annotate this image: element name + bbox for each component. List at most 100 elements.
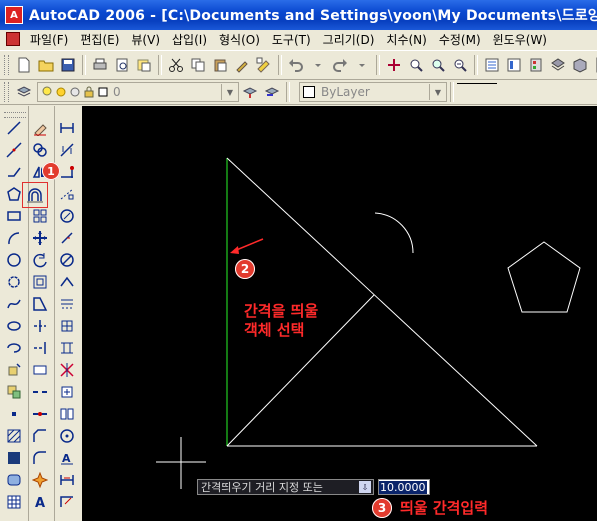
- hatch-icon[interactable]: [3, 425, 25, 447]
- menu-format[interactable]: 형식(O): [213, 31, 266, 48]
- revision-cloud-icon[interactable]: [3, 271, 25, 293]
- print-icon[interactable]: [90, 55, 110, 75]
- stretch-icon[interactable]: [29, 293, 51, 315]
- menu-view[interactable]: 뷰(V): [125, 31, 166, 48]
- circle-icon[interactable]: [3, 249, 25, 271]
- paste-icon[interactable]: [210, 55, 230, 75]
- document-icon[interactable]: [6, 32, 20, 46]
- properties-icon[interactable]: [482, 55, 502, 75]
- arc-icon[interactable]: [3, 227, 25, 249]
- join-icon[interactable]: [29, 403, 51, 425]
- sheet-set-icon[interactable]: [548, 55, 568, 75]
- point-icon[interactable]: [3, 403, 25, 425]
- snap-midpoint-icon[interactable]: [56, 227, 78, 249]
- menu-draw[interactable]: 그리기(D): [317, 31, 381, 48]
- toolbar-grip[interactable]: [4, 82, 9, 102]
- zoom-realtime-icon[interactable]: [406, 55, 426, 75]
- rectangle-icon[interactable]: [3, 205, 25, 227]
- snap-tangent-icon[interactable]: [56, 359, 78, 381]
- ellipse-arc-icon[interactable]: [3, 337, 25, 359]
- line-icon[interactable]: [3, 117, 25, 139]
- autocad-app-icon[interactable]: A: [5, 6, 23, 24]
- color-control-dropdown[interactable]: ByLayer ▼: [299, 82, 447, 102]
- pan-realtime-icon[interactable]: [384, 55, 404, 75]
- drawing-area[interactable]: 간격띄우기 거리 지정 또는 ⇩ 10.0000 2 간격을 띄울 객체 선택 …: [82, 106, 597, 521]
- linetype-control-dropdown[interactable]: [457, 82, 497, 102]
- menu-tools[interactable]: 도구(T): [266, 31, 317, 48]
- snap-extension-icon[interactable]: [56, 293, 78, 315]
- print-preview-icon[interactable]: [112, 55, 132, 75]
- menu-modify[interactable]: 수정(M): [433, 31, 487, 48]
- multiline-text-icon[interactable]: A: [29, 491, 51, 513]
- aligned-dimension-icon[interactable]: [56, 139, 78, 161]
- snap-from-icon[interactable]: [56, 183, 78, 205]
- scale-icon[interactable]: [29, 271, 51, 293]
- trim-icon[interactable]: [29, 315, 51, 337]
- move-icon[interactable]: [29, 227, 51, 249]
- snap-perpendicular-icon[interactable]: [56, 381, 78, 403]
- explode-icon[interactable]: [29, 469, 51, 491]
- break-at-point-icon[interactable]: [29, 359, 51, 381]
- polyline-icon[interactable]: [3, 161, 25, 183]
- match-properties-icon[interactable]: [232, 55, 252, 75]
- undo-icon[interactable]: [286, 55, 306, 75]
- make-block-icon[interactable]: [3, 381, 25, 403]
- menu-window[interactable]: 윈도우(W): [487, 31, 553, 48]
- rotate-icon[interactable]: [29, 249, 51, 271]
- snap-quadrant-icon[interactable]: [56, 337, 78, 359]
- publish-icon[interactable]: [134, 55, 154, 75]
- design-center-icon[interactable]: [504, 55, 524, 75]
- calculator-icon[interactable]: [592, 55, 597, 75]
- copy-object-icon[interactable]: [29, 139, 51, 161]
- menu-file[interactable]: 파일(F): [24, 31, 74, 48]
- zoom-window-icon[interactable]: [428, 55, 448, 75]
- extend-icon[interactable]: [29, 337, 51, 359]
- snap-endpoint-icon[interactable]: [56, 205, 78, 227]
- snap-parallel-icon[interactable]: [56, 403, 78, 425]
- new-file-icon[interactable]: [14, 55, 34, 75]
- cut-icon[interactable]: [166, 55, 186, 75]
- fillet-icon[interactable]: [29, 447, 51, 469]
- block-editor-icon[interactable]: [254, 55, 274, 75]
- chevron-down-icon[interactable]: ▼: [221, 84, 238, 100]
- ellipse-icon[interactable]: [3, 315, 25, 337]
- array-icon[interactable]: [29, 205, 51, 227]
- menu-insert[interactable]: 삽입(I): [166, 31, 213, 48]
- linear-dimension-icon[interactable]: [56, 117, 78, 139]
- erase-icon[interactable]: [29, 117, 51, 139]
- layer-previous-icon[interactable]: [262, 82, 282, 102]
- offset-distance-input[interactable]: 10.0000: [378, 479, 430, 495]
- insert-block-icon[interactable]: [3, 359, 25, 381]
- open-folder-icon[interactable]: [36, 55, 56, 75]
- redo-dropdown-icon[interactable]: [352, 55, 372, 75]
- options-dropdown-icon[interactable]: ⇩: [359, 481, 371, 493]
- copy-icon[interactable]: [188, 55, 208, 75]
- layer-manager-icon[interactable]: [14, 82, 34, 102]
- break-icon[interactable]: [29, 381, 51, 403]
- tool-palettes-icon[interactable]: [526, 55, 546, 75]
- dimension-edit-icon[interactable]: [56, 491, 78, 513]
- undo-dropdown-icon[interactable]: [308, 55, 328, 75]
- chamfer-icon[interactable]: [29, 425, 51, 447]
- gradient-icon[interactable]: [3, 447, 25, 469]
- construction-line-icon[interactable]: [3, 139, 25, 161]
- snap-node-icon[interactable]: A: [56, 447, 78, 469]
- snap-apparent-intersection-icon[interactable]: [56, 271, 78, 293]
- table-icon[interactable]: [3, 491, 25, 513]
- redo-icon[interactable]: [330, 55, 350, 75]
- dimension-style-icon[interactable]: [56, 469, 78, 491]
- chevron-down-icon[interactable]: ▼: [429, 84, 446, 100]
- make-object-layer-current-icon[interactable]: [240, 82, 260, 102]
- snap-intersection-icon[interactable]: [56, 249, 78, 271]
- spline-icon[interactable]: [3, 293, 25, 315]
- offset-distance-value[interactable]: 10.0000: [379, 480, 427, 494]
- save-icon[interactable]: [58, 55, 78, 75]
- toolbar-grip[interactable]: [4, 55, 9, 75]
- snap-center-icon[interactable]: [56, 315, 78, 337]
- region-icon[interactable]: [3, 469, 25, 491]
- menu-edit[interactable]: 편집(E): [74, 31, 125, 48]
- snap-insert-icon[interactable]: [56, 425, 78, 447]
- menu-dimension[interactable]: 치수(N): [380, 31, 432, 48]
- layer-dropdown[interactable]: 0 ▼: [37, 82, 239, 102]
- zoom-previous-icon[interactable]: [450, 55, 470, 75]
